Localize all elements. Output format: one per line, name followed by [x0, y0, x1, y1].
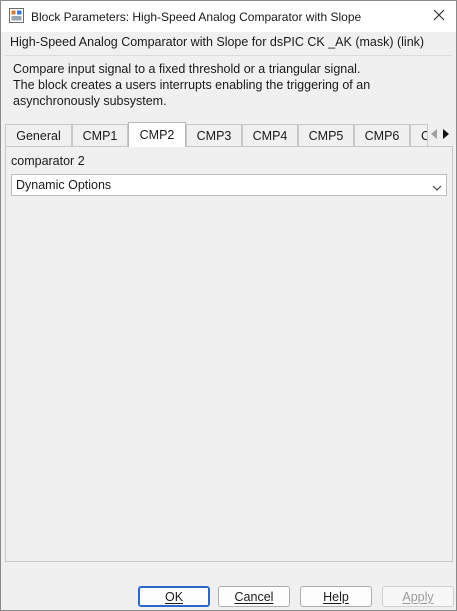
tab-cmp5[interactable]: CMP5 [298, 124, 354, 146]
cancel-button[interactable]: Cancel [218, 586, 290, 607]
block-parameters-icon [9, 8, 24, 23]
tab-content-panel: comparator 2 Dynamic Options [5, 146, 453, 562]
help-button[interactable]: Help [300, 586, 372, 607]
tab-cmp4[interactable]: CMP4 [242, 124, 298, 146]
tab-cmp2[interactable]: CMP2 [128, 122, 186, 147]
tab-label: C [421, 129, 427, 143]
close-icon [433, 9, 445, 24]
tab-label: CMP4 [252, 128, 288, 143]
comparator-group-label: comparator 2 [11, 154, 85, 168]
tab-label: General [16, 128, 61, 143]
ok-button-label: OK [164, 589, 184, 604]
dialog-window: Block Parameters: High-Speed Analog Comp… [0, 0, 457, 611]
tab-bar: General CMP1 CMP2 CMP3 CMP4 CMP5 CMP6 C [5, 122, 452, 147]
description-line: asynchronously subsystem. [13, 94, 167, 108]
close-button[interactable] [424, 1, 454, 31]
tab-cmp3[interactable]: CMP3 [186, 124, 242, 146]
triangle-right-icon [442, 128, 450, 142]
tab-cmp1[interactable]: CMP1 [72, 124, 128, 146]
window-title: Block Parameters: High-Speed Analog Comp… [31, 10, 362, 24]
tab-cmp7-partial[interactable]: C [410, 124, 428, 146]
description-box: Compare input signal to a fixed threshol… [5, 55, 452, 114]
button-bar: OK Cancel Help Apply [1, 571, 456, 610]
tab-scroll-right[interactable] [440, 124, 452, 146]
tab-label: CMP6 [364, 128, 400, 143]
tab-general[interactable]: General [5, 124, 72, 146]
dropdown-selected-value: Dynamic Options [16, 178, 112, 192]
tab-label: CMP2 [139, 128, 175, 142]
chevron-down-icon [432, 181, 442, 191]
tab-label: CMP1 [82, 128, 118, 143]
description-line: Compare input signal to a fixed threshol… [13, 62, 361, 76]
help-button-label: Help [323, 589, 349, 604]
tab-label: CMP3 [196, 128, 232, 143]
title-bar[interactable]: Block Parameters: High-Speed Analog Comp… [1, 1, 456, 32]
triangle-left-icon [430, 128, 438, 142]
ok-button[interactable]: OK [138, 586, 210, 607]
tab-scroll-left[interactable] [428, 124, 440, 146]
mask-title: High-Speed Analog Comparator with Slope … [10, 35, 425, 49]
cancel-button-label: Cancel [234, 589, 274, 604]
tab-cmp6[interactable]: CMP6 [354, 124, 410, 146]
dynamic-options-dropdown[interactable]: Dynamic Options [11, 174, 447, 196]
apply-button[interactable]: Apply [382, 586, 454, 607]
tab-label: CMP5 [308, 128, 344, 143]
apply-button-label: Apply [402, 589, 434, 604]
description-line: The block creates a users interrupts ena… [13, 78, 371, 92]
